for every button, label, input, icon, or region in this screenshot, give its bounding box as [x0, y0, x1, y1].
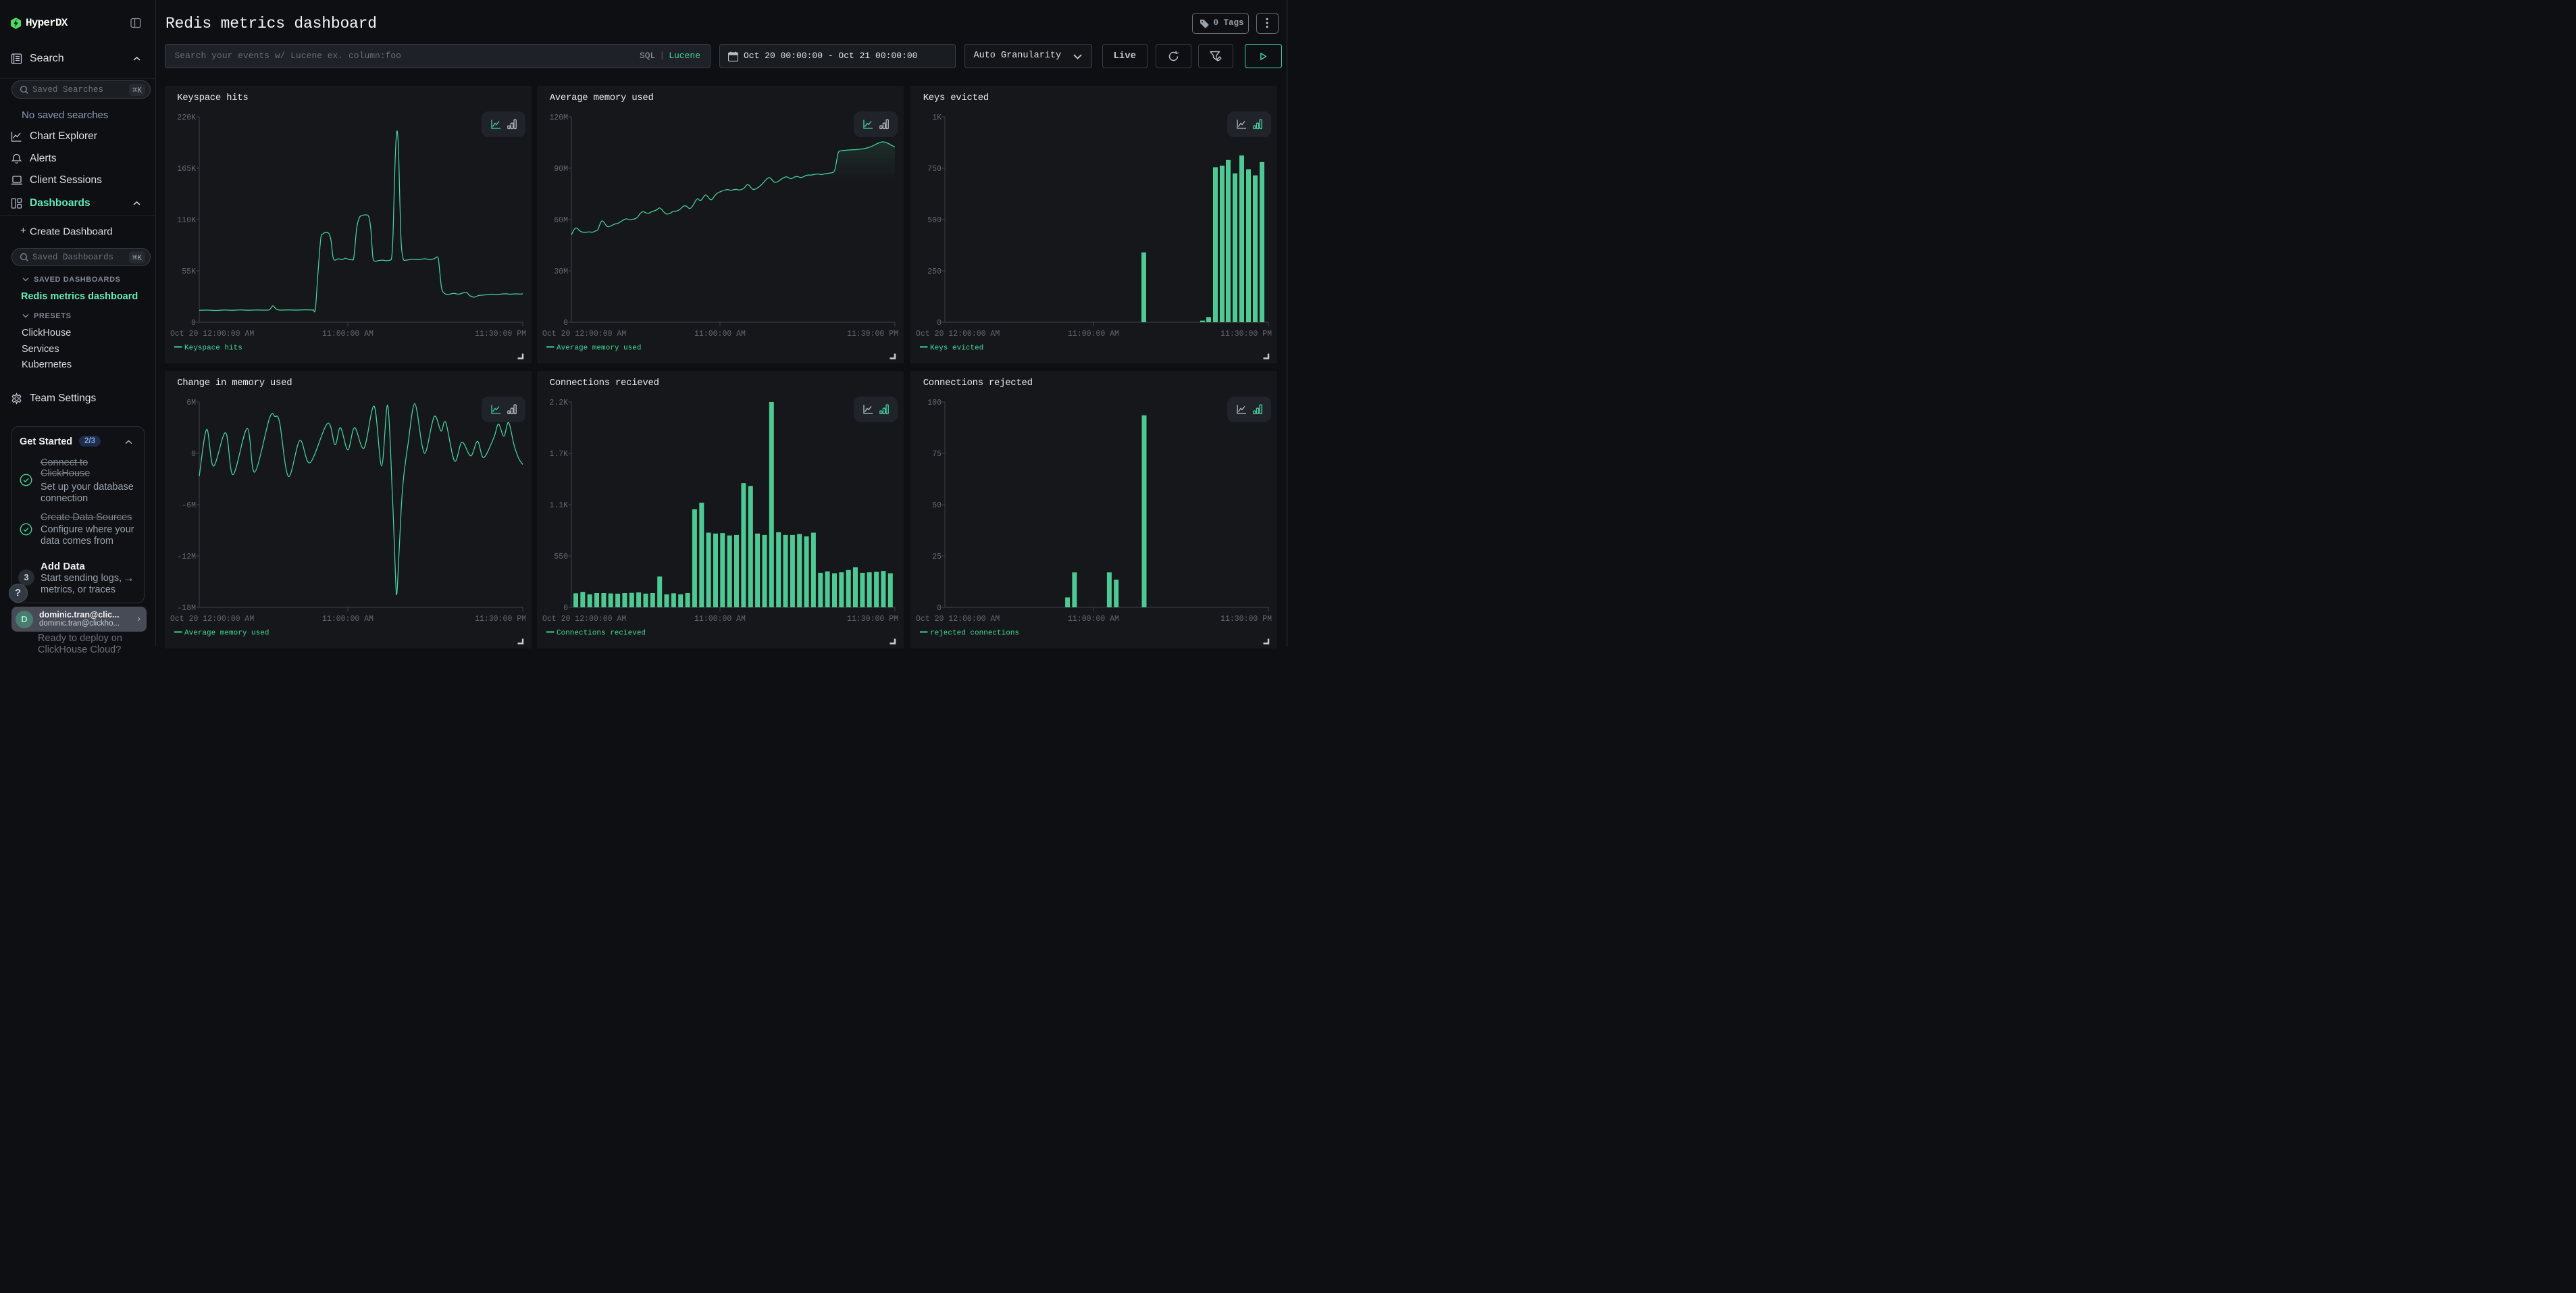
svg-text:2.2K: 2.2K [550, 399, 569, 407]
svg-text:-12M: -12M [177, 553, 196, 561]
svg-text:0: 0 [191, 319, 196, 328]
svg-text:110K: 110K [177, 216, 196, 225]
svg-text:Average memory used: Average memory used [557, 344, 641, 352]
svg-text:250: 250 [927, 268, 942, 276]
svg-text:11:30:00 PM: 11:30:00 PM [847, 615, 898, 624]
svg-text:rejected connections: rejected connections [930, 629, 1019, 637]
svg-text:Oct 20 12:00:00 AM: Oct 20 12:00:00 AM [916, 330, 1000, 338]
svg-text:Keys evicted: Keys evicted [930, 344, 983, 352]
svg-text:11:30:00 PM: 11:30:00 PM [847, 330, 898, 338]
svg-text:550: 550 [554, 553, 568, 561]
svg-text:1.7K: 1.7K [550, 450, 569, 459]
svg-text:Oct 20 12:00:00 AM: Oct 20 12:00:00 AM [170, 615, 254, 624]
svg-text:55K: 55K [182, 268, 196, 276]
svg-text:11:30:00 PM: 11:30:00 PM [475, 330, 526, 338]
svg-text:Keyspace hits: Keyspace hits [184, 344, 242, 352]
svg-text:Oct 20 12:00:00 AM: Oct 20 12:00:00 AM [542, 615, 626, 624]
svg-text:11:00:00 AM: 11:00:00 AM [694, 615, 746, 624]
svg-text:11:00:00 AM: 11:00:00 AM [322, 330, 373, 338]
svg-text:11:00:00 AM: 11:00:00 AM [1068, 615, 1119, 624]
svg-text:-6M: -6M [182, 501, 196, 510]
svg-text:11:00:00 AM: 11:00:00 AM [1068, 330, 1119, 338]
svg-text:0: 0 [563, 319, 568, 328]
svg-text:11:30:00 PM: 11:30:00 PM [475, 615, 526, 624]
svg-text:500: 500 [927, 216, 942, 225]
svg-text:11:30:00 PM: 11:30:00 PM [1220, 330, 1272, 338]
svg-text:75: 75 [932, 450, 942, 459]
svg-text:-18M: -18M [177, 604, 196, 613]
svg-text:0: 0 [937, 604, 942, 613]
svg-text:Average memory used: Average memory used [184, 629, 269, 637]
svg-text:1.1K: 1.1K [550, 501, 569, 510]
svg-text:25: 25 [932, 553, 942, 561]
svg-text:1K: 1K [932, 113, 942, 122]
svg-text:120M: 120M [550, 113, 569, 122]
svg-text:220K: 220K [177, 113, 196, 122]
svg-text:11:00:00 AM: 11:00:00 AM [694, 330, 746, 338]
svg-text:750: 750 [927, 165, 942, 174]
svg-text:90M: 90M [554, 165, 568, 174]
svg-text:0: 0 [563, 604, 568, 613]
svg-text:11:00:00 AM: 11:00:00 AM [322, 615, 373, 624]
svg-text:50: 50 [932, 501, 942, 510]
svg-text:165K: 165K [177, 165, 196, 174]
svg-text:Oct 20 12:00:00 AM: Oct 20 12:00:00 AM [542, 330, 626, 338]
svg-text:60M: 60M [554, 216, 568, 225]
svg-text:100: 100 [927, 399, 942, 407]
svg-text:30M: 30M [554, 268, 568, 276]
svg-text:6M: 6M [186, 399, 196, 407]
svg-text:0: 0 [937, 319, 942, 328]
svg-text:Oct 20 12:00:00 AM: Oct 20 12:00:00 AM [916, 615, 1000, 624]
svg-text:Connections recieved: Connections recieved [557, 629, 646, 637]
svg-text:0: 0 [191, 450, 196, 459]
svg-text:Oct 20 12:00:00 AM: Oct 20 12:00:00 AM [170, 330, 254, 338]
svg-text:11:30:00 PM: 11:30:00 PM [1220, 615, 1272, 624]
